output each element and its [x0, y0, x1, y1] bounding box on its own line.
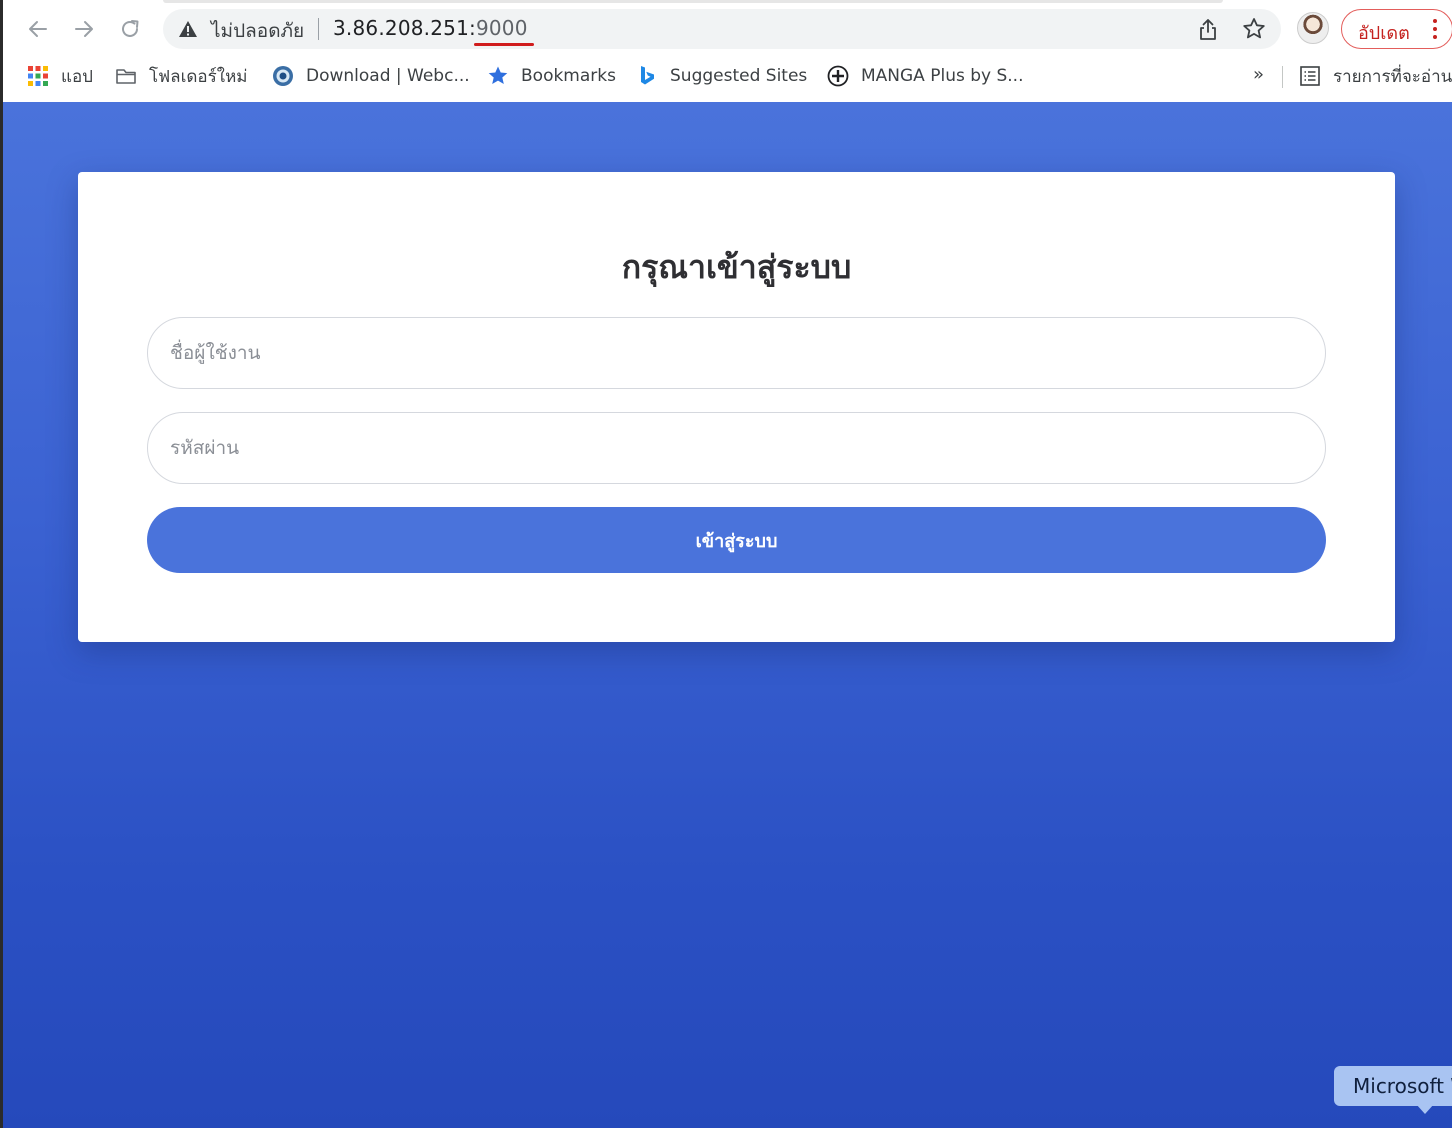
- bookmark-label: Bookmarks: [521, 66, 616, 86]
- reading-list-label: รายการที่จะอ่าน: [1333, 66, 1452, 87]
- folder-icon: [116, 69, 136, 84]
- bookmark-download-webcam[interactable]: Download | Webc...: [272, 62, 470, 90]
- bookmark-label: Suggested Sites: [670, 66, 808, 86]
- bookmark-label: MANGA Plus by S...: [861, 66, 1024, 86]
- bookmark-new-folder[interactable]: โฟลเดอร์ใหม่: [115, 62, 248, 90]
- reload-button[interactable]: [113, 12, 147, 46]
- update-button-label: อัปเดต: [1358, 23, 1410, 44]
- share-icon[interactable]: [1195, 17, 1221, 43]
- back-button[interactable]: [21, 12, 55, 46]
- forward-button[interactable]: [67, 12, 101, 46]
- reading-list-button[interactable]: รายการที่จะอ่าน: [1299, 62, 1452, 90]
- kebab-menu-icon[interactable]: [1432, 19, 1438, 39]
- star-icon: [488, 66, 508, 84]
- page-background: กรุณาเข้าสู่ระบบ เข้าสู่ระบบ: [0, 102, 1452, 1128]
- bookmark-label: โฟลเดอร์ใหม่: [149, 66, 248, 87]
- microsoft-tooltip: Microsoft W: [1334, 1066, 1452, 1106]
- login-card: กรุณาเข้าสู่ระบบ เข้าสู่ระบบ: [78, 172, 1395, 642]
- bing-icon: [641, 66, 654, 85]
- tooltip-pointer: [1416, 1104, 1434, 1114]
- url-port: 9000: [475, 16, 528, 40]
- bookmark-manga-plus[interactable]: MANGA Plus by S...: [827, 62, 1024, 90]
- bookmarks-divider: [1282, 66, 1283, 88]
- bookmark-label: Download | Webc...: [306, 66, 470, 86]
- login-button[interactable]: เข้าสู่ระบบ: [147, 507, 1326, 573]
- security-status-label[interactable]: ไม่ปลอดภัย: [211, 16, 304, 46]
- reading-list-icon: [1300, 66, 1320, 86]
- bookmark-star-icon[interactable]: [1241, 16, 1267, 42]
- url-host: 3.86.208.251:: [333, 16, 476, 40]
- webcam-icon: [273, 66, 293, 86]
- url-text[interactable]: 3.86.208.251:9000: [333, 16, 528, 40]
- password-input[interactable]: [147, 412, 1326, 484]
- bookmark-label: แอป: [61, 66, 93, 87]
- update-button[interactable]: อัปเดต: [1341, 9, 1452, 49]
- screen: ไม่ปลอดภัย 3.86.208.251:9000 อัปเดต แอป …: [0, 0, 1452, 1128]
- username-input[interactable]: [147, 317, 1326, 389]
- reload-icon: [122, 20, 139, 37]
- bookmark-bookmarks[interactable]: Bookmarks: [487, 62, 616, 90]
- apps-grid-icon: [28, 66, 48, 86]
- browser-toolbar: ไม่ปลอดภัย 3.86.208.251:9000 อัปเดต: [3, 0, 1452, 56]
- page-title: กรุณาเข้าสู่ระบบ: [621, 248, 852, 286]
- warning-icon[interactable]: [177, 18, 199, 40]
- address-separator: [318, 18, 319, 40]
- bookmark-suggested-sites[interactable]: Suggested Sites: [636, 62, 807, 90]
- arrow-left-icon: [29, 21, 47, 37]
- more-bookmarks-chevron[interactable]: »: [1253, 64, 1264, 85]
- bookmark-apps[interactable]: แอป: [27, 62, 93, 90]
- browser-chrome: ไม่ปลอดภัย 3.86.208.251:9000 อัปเดต แอป …: [0, 0, 1452, 102]
- profile-avatar[interactable]: [1297, 12, 1329, 44]
- arrow-right-icon: [75, 21, 93, 37]
- bookmarks-bar: แอป โฟลเดอร์ใหม่ Download | Webc... Book…: [3, 56, 1452, 96]
- address-bar[interactable]: ไม่ปลอดภัย 3.86.208.251:9000: [163, 9, 1281, 49]
- manga-plus-icon: [827, 65, 849, 87]
